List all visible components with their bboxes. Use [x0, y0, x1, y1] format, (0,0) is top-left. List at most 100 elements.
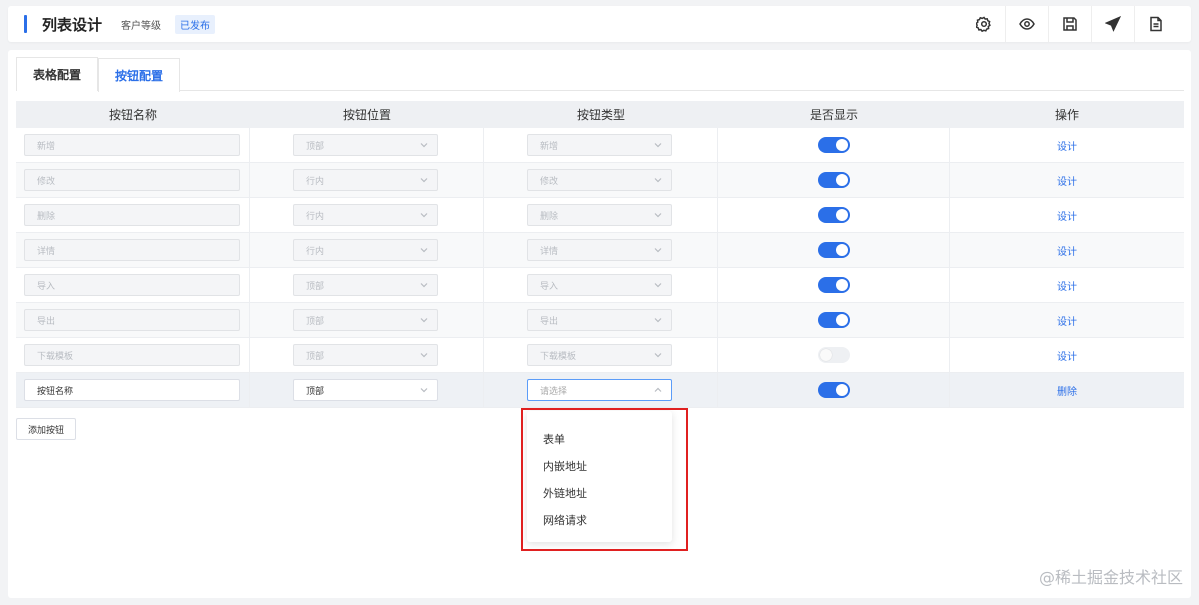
page-title: 列表设计 — [42, 16, 103, 34]
position-select[interactable]: 顶部 — [293, 309, 438, 331]
position-select[interactable]: 顶部 — [293, 379, 438, 401]
cell-name: 修改 — [16, 163, 250, 197]
table-row: 新增 顶部 新增 设计 — [16, 128, 1184, 163]
delete-link[interactable]: 删除 — [1057, 383, 1077, 398]
visible-toggle[interactable] — [817, 312, 850, 328]
type-select[interactable]: 新增 — [527, 134, 672, 156]
type-select[interactable]: 请选择 — [527, 379, 672, 401]
save-icon[interactable] — [1048, 6, 1091, 42]
visible-toggle[interactable] — [817, 382, 850, 398]
column-header-name: 按钮名称 — [108, 108, 157, 122]
visible-toggle[interactable] — [817, 242, 850, 258]
position-select-value: 顶部 — [306, 386, 325, 397]
cell-action: 设计 — [950, 338, 1184, 372]
dropdown-option[interactable]: 网络请求 — [527, 506, 672, 533]
visible-toggle[interactable] — [817, 137, 850, 153]
eye-icon[interactable] — [1005, 6, 1048, 42]
cell-visible — [718, 268, 950, 302]
position-select-value: 行内 — [306, 176, 325, 187]
table-row: 按钮名称 顶部 请选择 删除 — [16, 373, 1184, 408]
chevron-down-icon — [654, 211, 662, 219]
button-name-input[interactable]: 删除 — [24, 204, 240, 226]
chevron-down-icon — [654, 281, 662, 289]
position-select[interactable]: 顶部 — [293, 344, 438, 366]
cell-name: 新增 — [16, 128, 250, 162]
page-header: 列表设计 客户等级 已发布 — [8, 6, 1191, 42]
design-link[interactable]: 设计 — [1057, 313, 1077, 328]
type-select[interactable]: 导入 — [527, 274, 672, 296]
type-select[interactable]: 删除 — [527, 204, 672, 226]
visible-toggle[interactable] — [817, 207, 850, 223]
button-name-input[interactable]: 新增 — [24, 134, 240, 156]
cell-action: 设计 — [950, 303, 1184, 337]
button-name-input[interactable]: 详情 — [24, 239, 240, 261]
type-select[interactable]: 详情 — [527, 239, 672, 261]
chevron-down-icon — [420, 351, 428, 359]
table-body: 新增 顶部 新增 设计 修改 行内 修改 设计 删除 行内 删除 设计 详情 行内 详情 设计 导入 顶部 导入 设计… — [16, 128, 1184, 408]
design-link[interactable]: 设计 — [1057, 278, 1077, 293]
cell-type: 删除 — [484, 198, 718, 232]
type-select-value: 导入 — [540, 281, 559, 292]
cell-visible — [718, 338, 950, 372]
table-row: 删除 行内 删除 设计 — [16, 198, 1184, 233]
type-select-value: 新增 — [540, 141, 559, 152]
position-select[interactable]: 顶部 — [293, 134, 438, 156]
visible-toggle[interactable] — [817, 347, 850, 363]
button-name-input[interactable]: 导出 — [24, 309, 240, 331]
document-icon[interactable] — [1134, 6, 1177, 42]
cell-visible — [718, 303, 950, 337]
type-select-value: 修改 — [540, 176, 559, 187]
type-select[interactable]: 修改 — [527, 169, 672, 191]
design-link[interactable]: 设计 — [1057, 208, 1077, 223]
cell-position: 行内 — [250, 233, 484, 267]
design-link[interactable]: 设计 — [1057, 243, 1077, 258]
cell-name: 导出 — [16, 303, 250, 337]
button-name-input[interactable]: 修改 — [24, 169, 240, 191]
chevron-down-icon — [420, 246, 428, 254]
position-select-value: 行内 — [306, 246, 325, 257]
column-header-type: 按钮类型 — [576, 108, 625, 122]
table-row: 导入 顶部 导入 设计 — [16, 268, 1184, 303]
table-header: 按钮名称 按钮位置 按钮类型 是否显示 操作 — [16, 101, 1184, 128]
dropdown-option[interactable]: 内嵌地址 — [527, 452, 672, 479]
type-select-value: 详情 — [540, 246, 559, 257]
cell-name: 下载模板 — [16, 338, 250, 372]
visible-toggle[interactable] — [817, 277, 850, 293]
type-select[interactable]: 导出 — [527, 309, 672, 331]
cell-visible — [718, 128, 950, 162]
position-select[interactable]: 行内 — [293, 204, 438, 226]
design-link[interactable]: 设计 — [1057, 348, 1077, 363]
position-select[interactable]: 顶部 — [293, 274, 438, 296]
chevron-down-icon — [420, 281, 428, 289]
status-badge: 已发布 — [175, 15, 215, 34]
design-link[interactable]: 设计 — [1057, 138, 1077, 153]
dropdown-option[interactable]: 表单 — [527, 425, 672, 452]
column-header-visible: 是否显示 — [809, 108, 858, 122]
cell-visible — [718, 198, 950, 232]
column-header-action: 操作 — [1054, 108, 1079, 122]
column-header-position: 按钮位置 — [342, 108, 391, 122]
button-name-input[interactable]: 按钮名称 — [24, 379, 240, 401]
position-select-value: 顶部 — [306, 316, 325, 327]
button-name-input[interactable]: 导入 — [24, 274, 240, 296]
cell-action: 设计 — [950, 268, 1184, 302]
visible-toggle[interactable] — [817, 172, 850, 188]
design-link[interactable]: 设计 — [1057, 173, 1077, 188]
settings-icon[interactable] — [962, 6, 1005, 42]
dropdown-option[interactable]: 外链地址 — [527, 479, 672, 506]
type-select[interactable]: 下载模板 — [527, 344, 672, 366]
cell-type: 请选择 — [484, 373, 718, 407]
position-select[interactable]: 行内 — [293, 169, 438, 191]
add-button[interactable]: 添加按钮 — [16, 418, 77, 440]
button-name-input[interactable]: 下载模板 — [24, 344, 240, 366]
chevron-down-icon — [420, 316, 428, 324]
position-select[interactable]: 行内 — [293, 239, 438, 261]
cell-position: 顶部 — [250, 303, 484, 337]
tab-button-config[interactable]: 按钮配置 — [98, 58, 181, 92]
chevron-down-icon — [420, 211, 428, 219]
type-select-value: 下载模板 — [540, 351, 577, 362]
tab-table-config[interactable]: 表格配置 — [16, 57, 99, 91]
send-icon[interactable] — [1091, 6, 1134, 42]
page-subtitle: 客户等级 — [121, 21, 161, 32]
cell-position: 行内 — [250, 198, 484, 232]
